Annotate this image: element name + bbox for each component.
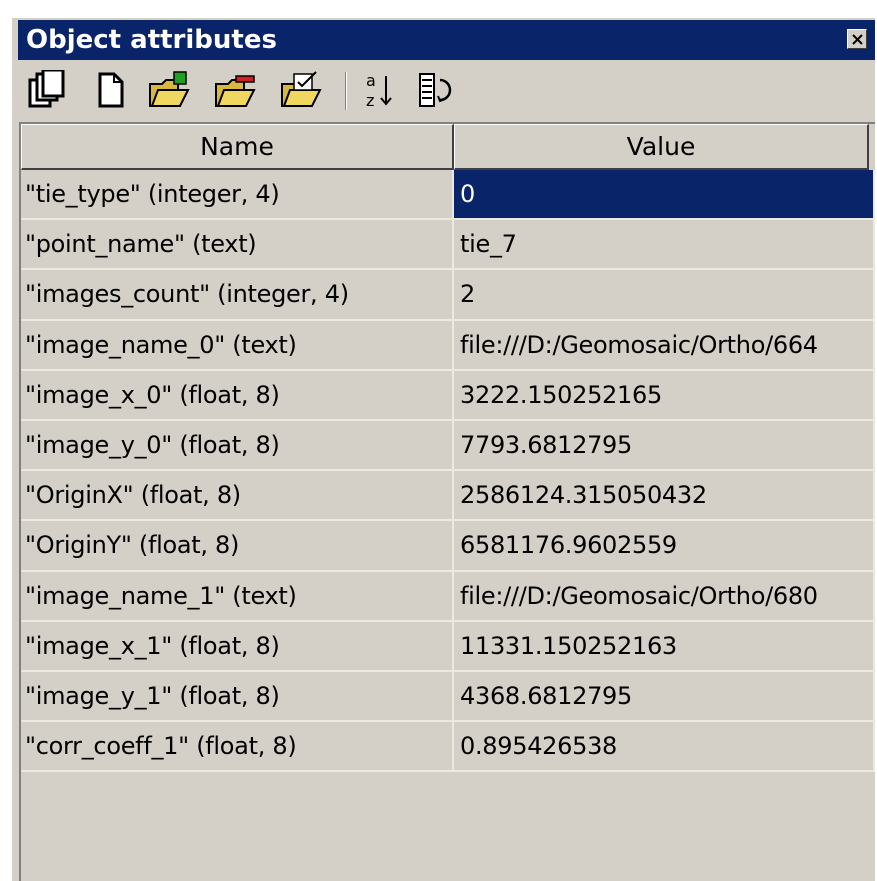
folder-add-icon bbox=[149, 71, 190, 107]
toolbar-separator bbox=[345, 72, 347, 110]
grid-rows: "tie_type" (integer, 4) 0 "point_name" (te… bbox=[21, 170, 875, 773]
attribute-name-cell[interactable]: "point_name" (text) bbox=[21, 220, 454, 271]
table-row[interactable]: "image_name_0" (text) file:///D:/Geomosai… bbox=[21, 320, 875, 371]
attribute-value-cell[interactable]: 4368.6812795 bbox=[454, 671, 875, 723]
attribute-grid: Name Value "tie_type" (integer, 4) 0 "poin… bbox=[19, 122, 875, 881]
sort-az-icon: a z bbox=[366, 71, 392, 110]
attribute-value-cell[interactable]: 3222.150252165 bbox=[454, 370, 875, 421]
attribute-name-cell[interactable]: "image_y_0" (float, 8) bbox=[21, 420, 454, 472]
table-row[interactable]: "corr_coeff_1" (float, 8) 0.895426538 bbox=[21, 722, 875, 773]
delete-attribute-button[interactable] bbox=[214, 70, 258, 110]
attribute-name-cell[interactable]: "corr_coeff_1" (float, 8) bbox=[21, 722, 454, 773]
attribute-value-cell[interactable]: 0.895426538 bbox=[454, 722, 875, 773]
table-row[interactable]: "OriginY" (float, 8) 6581176.9602559 bbox=[21, 521, 875, 572]
edit-attribute-button[interactable] bbox=[280, 70, 324, 110]
table-row[interactable]: "image_x_0" (float, 8) 3222.150252165 bbox=[21, 370, 875, 421]
table-row[interactable]: "OriginX" (float, 8) 2586124.315050432 bbox=[21, 471, 875, 522]
attribute-value-cell[interactable]: tie_7 bbox=[454, 220, 875, 271]
object-attributes-panel: Object attributes a z Name Value "tie_ty… bbox=[12, 18, 875, 881]
attribute-name-cell[interactable]: "image_name_0" (text) bbox=[21, 320, 454, 371]
attribute-name-cell[interactable]: "tie_type" (integer, 4) bbox=[21, 170, 454, 221]
attribute-name-cell[interactable]: "image_name_1" (text) bbox=[21, 571, 454, 622]
attribute-name-cell[interactable]: "image_y_1" (float, 8) bbox=[21, 671, 454, 723]
table-row[interactable]: "image_name_1" (text) file:///D:/Geomosai… bbox=[21, 571, 875, 622]
folder-edit-icon bbox=[281, 71, 322, 107]
new-document-icon bbox=[98, 72, 124, 108]
table-row[interactable]: "point_name" (text) tie_7 bbox=[21, 220, 875, 271]
table-row[interactable]: "images_count" (integer, 4) 2 bbox=[21, 270, 875, 321]
add-attribute-button[interactable] bbox=[148, 70, 192, 110]
attribute-value-cell[interactable]: 11331.150252163 bbox=[454, 621, 875, 672]
attribute-name-cell[interactable]: "OriginX" (float, 8) bbox=[21, 471, 454, 522]
attribute-name-cell[interactable]: "image_x_0" (float, 8) bbox=[21, 370, 454, 421]
close-button[interactable] bbox=[847, 29, 867, 49]
window-title: Object attributes bbox=[26, 25, 277, 55]
svg-text:a: a bbox=[366, 71, 376, 90]
sort-button[interactable]: a z bbox=[362, 70, 406, 110]
column-header-name[interactable]: Name bbox=[21, 124, 454, 170]
attribute-name-cell[interactable]: "images_count" (integer, 4) bbox=[21, 270, 454, 321]
attribute-name-cell[interactable]: "image_x_1" (float, 8) bbox=[21, 621, 454, 672]
attribute-name-cell[interactable]: "OriginY" (float, 8) bbox=[21, 521, 454, 572]
attribute-value-cell[interactable]: 0 bbox=[454, 170, 875, 221]
attribute-value-cell[interactable]: 7793.6812795 bbox=[454, 420, 875, 472]
toolbar: a z bbox=[18, 62, 875, 118]
new-button[interactable] bbox=[90, 70, 134, 110]
attribute-value-cell[interactable]: file:///D:/Geomosaic/Ortho/680 bbox=[454, 571, 875, 622]
attribute-value-cell[interactable]: 2586124.315050432 bbox=[454, 471, 875, 522]
folder-remove-icon bbox=[215, 75, 256, 107]
attribute-value-cell[interactable]: 6581176.9602559 bbox=[454, 521, 875, 572]
copy-all-button[interactable] bbox=[26, 70, 70, 110]
copy-icon bbox=[28, 70, 65, 108]
attribute-value-cell[interactable]: file:///D:/Geomosaic/Ortho/664 bbox=[454, 320, 875, 371]
table-row[interactable]: "image_y_0" (float, 8) 7793.6812795 bbox=[21, 420, 875, 472]
attribute-value-cell[interactable]: 2 bbox=[454, 270, 875, 321]
reset-button[interactable] bbox=[416, 70, 460, 110]
close-icon bbox=[852, 34, 863, 45]
table-row[interactable]: "tie_type" (integer, 4) 0 bbox=[21, 170, 875, 221]
list-refresh-icon bbox=[419, 73, 452, 107]
table-row[interactable]: "image_y_1" (float, 8) 4368.6812795 bbox=[21, 671, 875, 723]
svg-text:z: z bbox=[366, 91, 374, 110]
title-bar: Object attributes bbox=[18, 20, 875, 60]
table-row[interactable]: "image_x_1" (float, 8) 11331.150252163 bbox=[21, 621, 875, 672]
column-header-value[interactable]: Value bbox=[454, 124, 869, 170]
grid-header: Name Value bbox=[21, 124, 875, 170]
